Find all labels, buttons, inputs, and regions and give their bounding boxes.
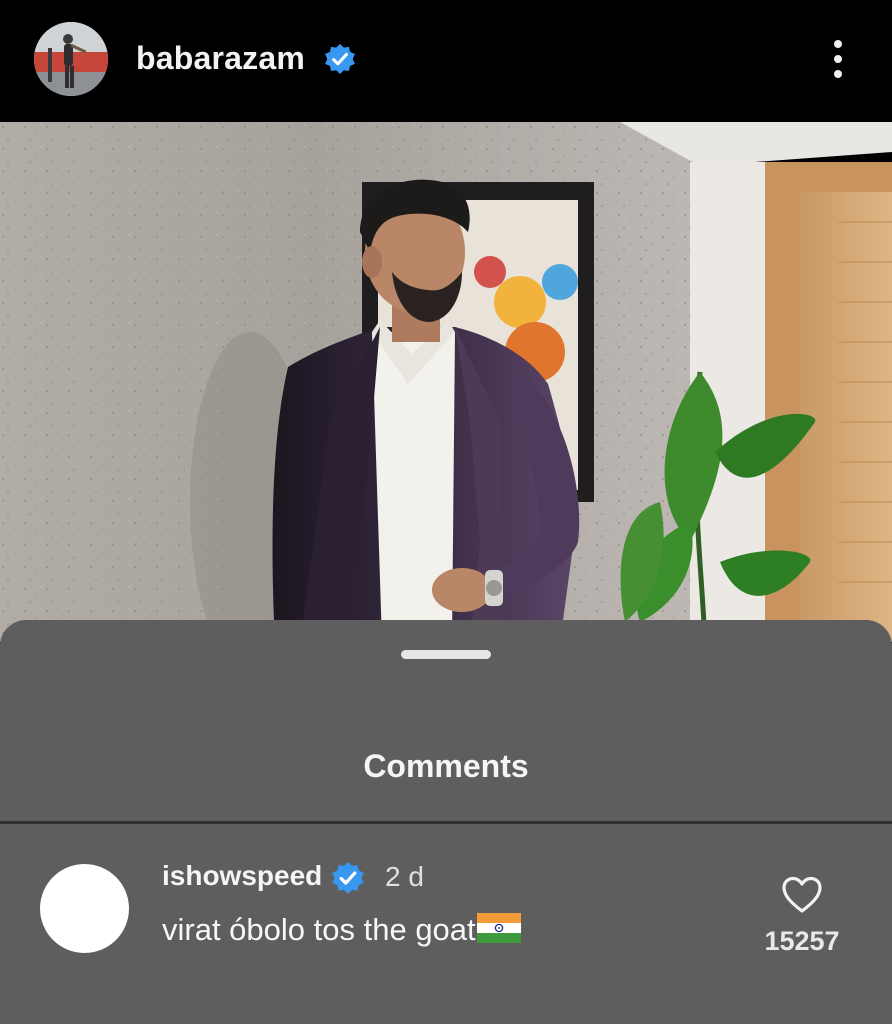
- comment-timestamp: 2 d: [385, 861, 424, 892]
- commenter-username[interactable]: ishowspeed: [162, 860, 322, 892]
- like-count: 15257: [764, 926, 840, 956]
- heart-icon[interactable]: [781, 876, 823, 914]
- post-header: babarazam: [0, 0, 892, 122]
- commenter-avatar[interactable]: [40, 864, 129, 953]
- comment-text: virat óbolo tos the goat: [162, 912, 476, 947]
- comment-item: ishowspeed 2 d virat óbolo tos the goat …: [0, 824, 892, 1024]
- sheet-drag-handle[interactable]: [401, 650, 491, 659]
- comments-title: Comments: [363, 748, 529, 784]
- comment-body: virat óbolo tos the goat: [162, 912, 521, 948]
- more-vertical-icon[interactable]: [824, 38, 852, 80]
- instagram-post-screen: babarazam Comments ishowspeed 2 d virat …: [0, 0, 892, 1024]
- verified-badge-icon: [325, 43, 355, 75]
- india-flag-icon: [476, 913, 521, 943]
- profile-avatar[interactable]: [34, 22, 108, 96]
- post-username[interactable]: babarazam: [136, 40, 305, 77]
- post-photo[interactable]: [0, 122, 892, 642]
- comments-sheet: Comments ishowspeed 2 d virat óbolo tos …: [0, 620, 892, 1024]
- verified-badge-icon: [332, 861, 364, 894]
